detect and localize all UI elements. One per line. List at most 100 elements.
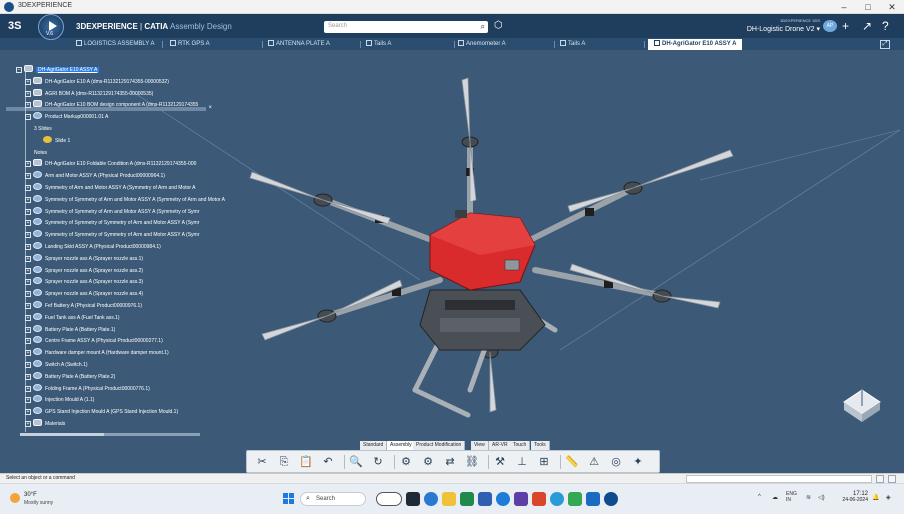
- replace-icon[interactable]: ⇄: [443, 455, 457, 469]
- tree-root-node[interactable]: – DH-AgriGator E10 ASSY A: [16, 65, 100, 75]
- taskbar-app-excel-icon[interactable]: [460, 492, 474, 506]
- collapse-node-icon[interactable]: –: [16, 67, 22, 73]
- mechanical-system-icon[interactable]: ⚒: [493, 455, 507, 469]
- tree-node[interactable]: + Landing Skid ASSY A (Physical Product00…: [25, 242, 161, 252]
- tree-node[interactable]: – Product Markup000001.01 A: [25, 112, 108, 122]
- taskbar-app-taskview-icon[interactable]: [406, 492, 420, 506]
- tree-node[interactable]: + Sprayer nozzle ass A (Sprayer nozzle as…: [25, 253, 143, 264]
- taskbar-app-copilot-icon[interactable]: [376, 492, 402, 506]
- share-icon[interactable]: ↗: [862, 19, 872, 33]
- tree-node[interactable]: + Sprayer nozzle ass A (Sprayer nozzle as…: [25, 265, 143, 276]
- search-cmd-icon[interactable]: 🔍: [349, 455, 363, 469]
- tree-node[interactable]: + Switch A (Switch.1): [25, 360, 88, 370]
- status-bar-button[interactable]: [876, 475, 884, 483]
- expand-node-icon[interactable]: +: [25, 90, 31, 97]
- expand-node-icon[interactable]: +: [25, 78, 31, 85]
- copy-icon[interactable]: ⎘: [277, 455, 291, 469]
- measure-icon[interactable]: 📏: [565, 455, 579, 469]
- tree-node[interactable]: Slide 1: [43, 135, 70, 146]
- expand-node-icon[interactable]: +: [25, 102, 31, 109]
- tree-node[interactable]: + Fef Battery A (Physical Product00000976…: [25, 301, 142, 311]
- tray-chevron-icon[interactable]: ^: [758, 494, 761, 500]
- notification-bell-icon[interactable]: 🔔: [872, 494, 879, 501]
- taskbar-search[interactable]: ⌕ Search: [300, 492, 366, 506]
- clash-icon[interactable]: ⚠: [587, 455, 601, 469]
- orientation-cube-icon[interactable]: [838, 386, 886, 426]
- expand-node-icon[interactable]: +: [25, 303, 31, 309]
- avatar[interactable]: AP: [823, 20, 837, 32]
- tree-node[interactable]: Notes: [34, 148, 47, 158]
- expand-node-icon[interactable]: +: [25, 161, 31, 168]
- tree-node[interactable]: + GPS Stand Injection Mould A (GPS Stand …: [25, 407, 178, 417]
- tree-node[interactable]: + Arm and Motor ASSY A (Physical Product0…: [25, 171, 165, 181]
- tab-agrigator-assy[interactable]: DH-AgriGator E10 ASSY A: [648, 39, 743, 50]
- expand-node-icon[interactable]: +: [25, 208, 31, 215]
- expand-node-icon[interactable]: +: [25, 314, 31, 321]
- tag-icon[interactable]: ⬡: [494, 20, 503, 31]
- tree-node[interactable]: + Symmetry of Symmetry of Symmetry of Arm…: [25, 218, 199, 228]
- tree-node[interactable]: + Sprayer nozzle ass A (Sprayer nozzle as…: [25, 277, 143, 287]
- command-input[interactable]: [686, 475, 872, 483]
- expand-node-icon[interactable]: +: [25, 220, 31, 227]
- search-input[interactable]: Search ⌕: [324, 21, 488, 33]
- command-tab-ar-vr[interactable]: AR-VR: [489, 441, 512, 450]
- expand-node-icon[interactable]: +: [25, 350, 31, 357]
- expand-node-icon[interactable]: +: [25, 232, 31, 239]
- add-icon[interactable]: +: [842, 19, 849, 33]
- tree-node[interactable]: + Battery Plate A (Battery Plate.2): [25, 371, 115, 382]
- paste-icon[interactable]: 📋: [299, 455, 313, 469]
- expand-node-icon[interactable]: +: [25, 409, 31, 416]
- volume-icon[interactable]: ◁): [818, 494, 825, 501]
- tree-node[interactable]: + Battery Plate A (Battery Plate.1): [25, 324, 115, 335]
- command-tab-assembly[interactable]: Assembly: [387, 441, 416, 450]
- command-tab-touch[interactable]: Touch: [510, 441, 531, 450]
- expand-node-icon[interactable]: +: [25, 279, 31, 286]
- tree-node[interactable]: + DH-AgriGator E10 Foldable Condition A (…: [25, 159, 196, 169]
- taskbar-app-edge-icon[interactable]: [496, 492, 510, 506]
- status-bar-button[interactable]: [888, 475, 896, 483]
- taskbar-app-catia-icon[interactable]: [604, 492, 618, 506]
- expand-node-icon[interactable]: +: [25, 385, 31, 392]
- tab-tails-2[interactable]: Tails A: [560, 39, 585, 50]
- search-icon[interactable]: ⌕: [481, 22, 485, 32]
- expand-node-icon[interactable]: +: [25, 255, 31, 262]
- tab-logistics-assembly[interactable]: LOGISTICS ASSEMBLY A: [76, 39, 154, 50]
- command-tab-standard[interactable]: Standard: [360, 441, 388, 450]
- tree-node[interactable]: + Symmetry of Symmetry of Arm and Motor A…: [25, 206, 199, 217]
- close-button[interactable]: ✕: [880, 0, 904, 14]
- tree-node[interactable]: + Sprayer nozzle ass A (Sprayer nozzle as…: [25, 289, 143, 299]
- tree-node[interactable]: 3 Slides: [34, 124, 52, 134]
- taskbar-app-powerpoint-icon[interactable]: [532, 492, 546, 506]
- undo-icon[interactable]: ↶: [321, 455, 335, 469]
- tree-node[interactable]: + Hardware damper mount A (Hardware dampe…: [25, 348, 169, 358]
- tree-node[interactable]: + DH-AgriGator E10 A (dms-R1132129174355-…: [25, 76, 169, 87]
- play-button[interactable]: V.6: [38, 14, 64, 40]
- collapse-node-icon[interactable]: –: [25, 114, 31, 121]
- tab-anemometer[interactable]: Anemometer A: [458, 39, 506, 50]
- taskbar-app-widgets-icon[interactable]: [424, 492, 438, 506]
- expand-node-icon[interactable]: +: [25, 326, 31, 333]
- command-tab-view[interactable]: View: [471, 441, 489, 450]
- tree-node[interactable]: + Symmetry of Symmetry of Arm and Motor A…: [25, 194, 225, 205]
- analysis-icon[interactable]: ◎: [609, 455, 623, 469]
- taskbar-app-teams-icon[interactable]: [514, 492, 528, 506]
- tree-node[interactable]: + Symmetry of Symmetry of Symmetry of Arm…: [25, 230, 199, 240]
- command-tab-product-modification[interactable]: Product Modification: [413, 441, 466, 450]
- insert-product-icon[interactable]: ⚙: [399, 455, 413, 469]
- tab-rtk-gps[interactable]: RTK GPS A: [170, 39, 210, 50]
- wifi-icon[interactable]: ≋: [806, 494, 811, 501]
- collab-space-selector[interactable]: 3DEXPERIENCE 3DS DH-Logistic Drone V2 ▾: [738, 16, 822, 36]
- insert-part-icon[interactable]: ⚙: [421, 455, 435, 469]
- taskbar-app-chrome-icon[interactable]: [568, 492, 582, 506]
- ds-compass-logo[interactable]: 3S: [8, 15, 30, 37]
- system-clock[interactable]: 17:12 24-06-2024: [836, 491, 868, 509]
- weather-widget[interactable]: 30°F Mostly sunny: [10, 490, 70, 510]
- expand-icon[interactable]: ⤢: [880, 40, 890, 49]
- tree-node[interactable]: + Symmetry of Arm and Motor ASSY A (Symme…: [25, 183, 196, 193]
- help-icon[interactable]: ?: [882, 19, 889, 33]
- expand-node-icon[interactable]: +: [25, 196, 31, 203]
- publication-icon[interactable]: ⊞: [537, 455, 551, 469]
- windows-start-icon[interactable]: [283, 493, 295, 505]
- expand-node-icon[interactable]: +: [25, 421, 31, 427]
- tree-node[interactable]: + AGRI BOM A (dms-R1132129174355-00000535…: [25, 88, 153, 99]
